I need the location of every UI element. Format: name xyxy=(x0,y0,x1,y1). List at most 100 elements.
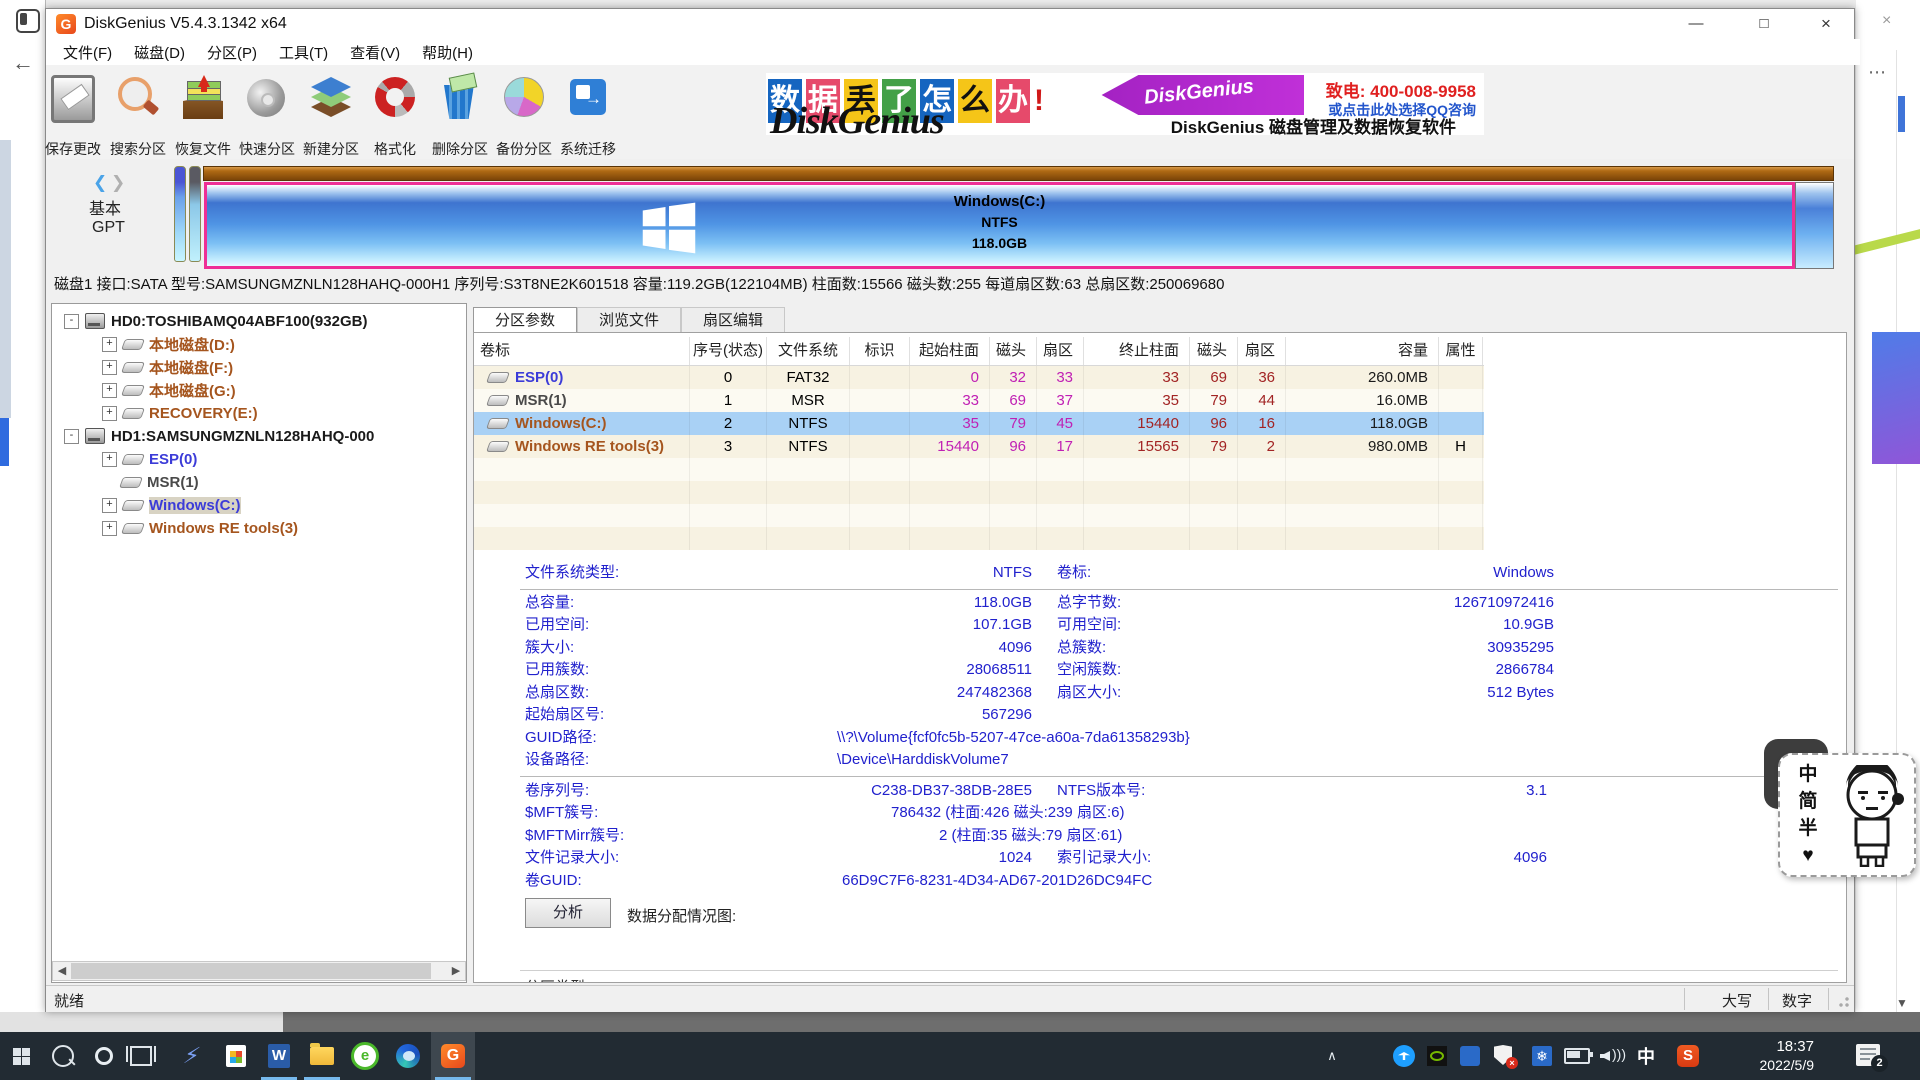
maximize-button[interactable]: □ xyxy=(1736,9,1792,39)
partition-name: Windows(C:) xyxy=(207,191,1792,212)
table-row-selected[interactable]: Windows(C:) 2NTFS 357945 154409616 118.0… xyxy=(474,412,1484,435)
free-space-label: 可用空间: xyxy=(1057,616,1121,634)
expand-icon[interactable]: + xyxy=(102,406,117,421)
back-arrow-icon[interactable]: ← xyxy=(12,50,34,76)
tree-item-f[interactable]: + 本地磁盘(F:) xyxy=(102,356,233,378)
search-button[interactable] xyxy=(46,1032,80,1080)
taskbar-diskgenius-active[interactable]: G xyxy=(431,1032,475,1080)
file-record-label: 文件记录大小: xyxy=(525,849,619,867)
task-view-icon xyxy=(130,1046,152,1066)
tray-dingtalk-icon[interactable] xyxy=(1390,1032,1418,1080)
task-view-button[interactable] xyxy=(124,1032,158,1080)
device-path-label: 设备路径: xyxy=(525,751,589,769)
tray-sogou-icon[interactable]: S xyxy=(1674,1032,1702,1080)
expand-icon[interactable]: + xyxy=(102,521,117,536)
expand-icon[interactable]: + xyxy=(102,383,117,398)
banner-tagline: DiskGenius 磁盘管理及数据恢复软件 xyxy=(1171,113,1456,135)
tree-scrollbar[interactable]: ◀ ▶ xyxy=(52,961,466,981)
tray-nvidia-icon[interactable] xyxy=(1423,1032,1451,1080)
system-migration-button[interactable]: → 系统迁移 xyxy=(555,73,621,159)
pinned-app-green-browser[interactable]: e xyxy=(345,1032,385,1080)
title-bar[interactable]: G DiskGenius V5.4.3.1342 x64 — □ × xyxy=(46,9,1854,39)
scrollbar-thumb[interactable] xyxy=(71,963,431,979)
pinned-app-word[interactable]: W xyxy=(259,1032,299,1080)
cortana-button[interactable] xyxy=(88,1032,120,1080)
expand-icon[interactable]: + xyxy=(102,360,117,375)
tree-item-windows-c[interactable]: + Windows(C:) xyxy=(102,494,241,516)
windows-c-partition-bar[interactable]: Windows(C:) NTFS 118.0GB xyxy=(204,182,1795,269)
search-icon xyxy=(52,1045,74,1067)
scroll-right-icon[interactable]: ▶ xyxy=(447,962,465,980)
ime-mode-simplified[interactable]: 简 xyxy=(1796,788,1820,815)
scroll-down-icon[interactable]: ▼ xyxy=(1896,996,1908,1010)
ime-panel[interactable]: 中 简 半 ♥ xyxy=(1778,753,1916,877)
menu-help[interactable]: 帮助(H) xyxy=(411,39,484,65)
tray-ime-mode[interactable]: 中 xyxy=(1632,1032,1660,1080)
collapse-icon[interactable]: - xyxy=(64,314,79,329)
minimize-button[interactable]: — xyxy=(1668,9,1724,39)
table-row[interactable]: ESP(0) 0FAT32 03233 336936 260.0MB xyxy=(474,366,1484,389)
menu-view[interactable]: 查看(V) xyxy=(339,39,411,65)
tab-browse-files[interactable]: 浏览文件 xyxy=(577,307,681,333)
banner-ad[interactable]: 数 据 丢 了 怎 么 办 ! DiskGenius DiskGenius 致电… xyxy=(766,73,1484,135)
tab-panel-icon[interactable] xyxy=(16,9,40,33)
tree-item-esp[interactable]: + ESP(0) xyxy=(102,448,197,470)
guid-path-label: GUID路径: xyxy=(525,729,597,747)
partition-icon xyxy=(121,408,145,419)
tray-volume-icon[interactable]: ))) xyxy=(1598,1032,1626,1080)
scroll-left-icon[interactable]: ◀ xyxy=(53,962,71,980)
expand-icon[interactable]: + xyxy=(102,452,117,467)
next-disk-icon[interactable]: ❯ xyxy=(111,173,125,193)
menu-file[interactable]: 文件(F) xyxy=(52,39,123,65)
analyze-button[interactable]: 分析 xyxy=(525,898,611,928)
action-center-button[interactable]: 2 xyxy=(1856,1044,1880,1066)
tree-item-re-tools[interactable]: + Windows RE tools(3) xyxy=(102,517,298,539)
index-record-value: 4096 xyxy=(1354,849,1547,867)
tab-sector-edit[interactable]: 扇区编辑 xyxy=(681,307,785,333)
msr-partition-bar[interactable] xyxy=(189,166,201,262)
expand-icon[interactable]: + xyxy=(102,337,117,352)
more-options-icon[interactable]: ⋯ xyxy=(1868,62,1887,83)
store-icon xyxy=(226,1045,246,1067)
tree-item-recovery[interactable]: + RECOVERY(E:) xyxy=(102,402,258,424)
menu-partition[interactable]: 分区(P) xyxy=(196,39,268,65)
esp-partition-bar[interactable] xyxy=(174,166,186,262)
ime-favorite-icon[interactable]: ♥ xyxy=(1796,842,1820,869)
start-button[interactable] xyxy=(4,1032,38,1080)
close-button[interactable]: × xyxy=(1798,9,1854,39)
pinned-app-store[interactable] xyxy=(216,1032,256,1080)
prev-disk-icon[interactable]: ❮ xyxy=(93,173,107,193)
menu-tools[interactable]: 工具(T) xyxy=(268,39,339,65)
ime-mode-chinese[interactable]: 中 xyxy=(1796,761,1820,788)
tree-item-hd0[interactable]: - HD0:TOSHIBAMQ04ABF100(932GB) xyxy=(64,310,367,332)
file-explorer-button[interactable] xyxy=(302,1032,342,1080)
tray-expand-button[interactable]: ∧ xyxy=(1318,1032,1346,1080)
table-row[interactable]: MSR(1) 1MSR 336937 357944 16.0MB xyxy=(474,389,1484,412)
ime-widget[interactable]: 中 简 半 ♥ xyxy=(1778,753,1916,877)
tab-partition-params[interactable]: 分区参数 xyxy=(473,307,577,333)
tree-item-hd1[interactable]: - HD1:SAMSUNGMZNLN128HAHQ-000 xyxy=(64,425,374,447)
tray-intel-graphics-icon[interactable] xyxy=(1456,1032,1484,1080)
partition-icon xyxy=(121,523,145,534)
table-row[interactable]: Windows RE tools(3) 3NTFS 154409617 1556… xyxy=(474,435,1484,458)
partition-icon xyxy=(486,441,510,452)
tree-item-g[interactable]: + 本地磁盘(G:) xyxy=(102,379,236,401)
pinned-app-edge[interactable] xyxy=(388,1032,428,1080)
tree-item-msr[interactable]: MSR(1) xyxy=(121,471,199,493)
expand-icon[interactable]: + xyxy=(102,498,117,513)
tray-battery-icon[interactable] xyxy=(1562,1032,1592,1080)
resize-grip[interactable] xyxy=(1838,996,1850,1008)
collapse-icon[interactable]: - xyxy=(64,429,79,444)
background-close-icon[interactable]: × xyxy=(1882,12,1891,30)
menu-disk[interactable]: 磁盘(D) xyxy=(123,39,196,65)
ime-mode-halfwidth[interactable]: 半 xyxy=(1796,815,1820,842)
green-browser-icon: e xyxy=(351,1042,379,1070)
background-scrollbar-thumb[interactable] xyxy=(1898,96,1905,132)
re-tools-partition-bar[interactable] xyxy=(1795,182,1834,269)
tray-snowflake-icon[interactable]: ❄ xyxy=(1528,1032,1556,1080)
taskbar-clock[interactable]: 18:37 2022/5/9 xyxy=(1760,1037,1815,1075)
tray-defender-icon[interactable]: × xyxy=(1490,1032,1518,1080)
tree-item-d[interactable]: + 本地磁盘(D:) xyxy=(102,333,235,355)
numlock-indicator: 数字 xyxy=(1782,990,1812,1011)
pinned-app-thunder[interactable]: ⚡ xyxy=(172,1032,212,1080)
